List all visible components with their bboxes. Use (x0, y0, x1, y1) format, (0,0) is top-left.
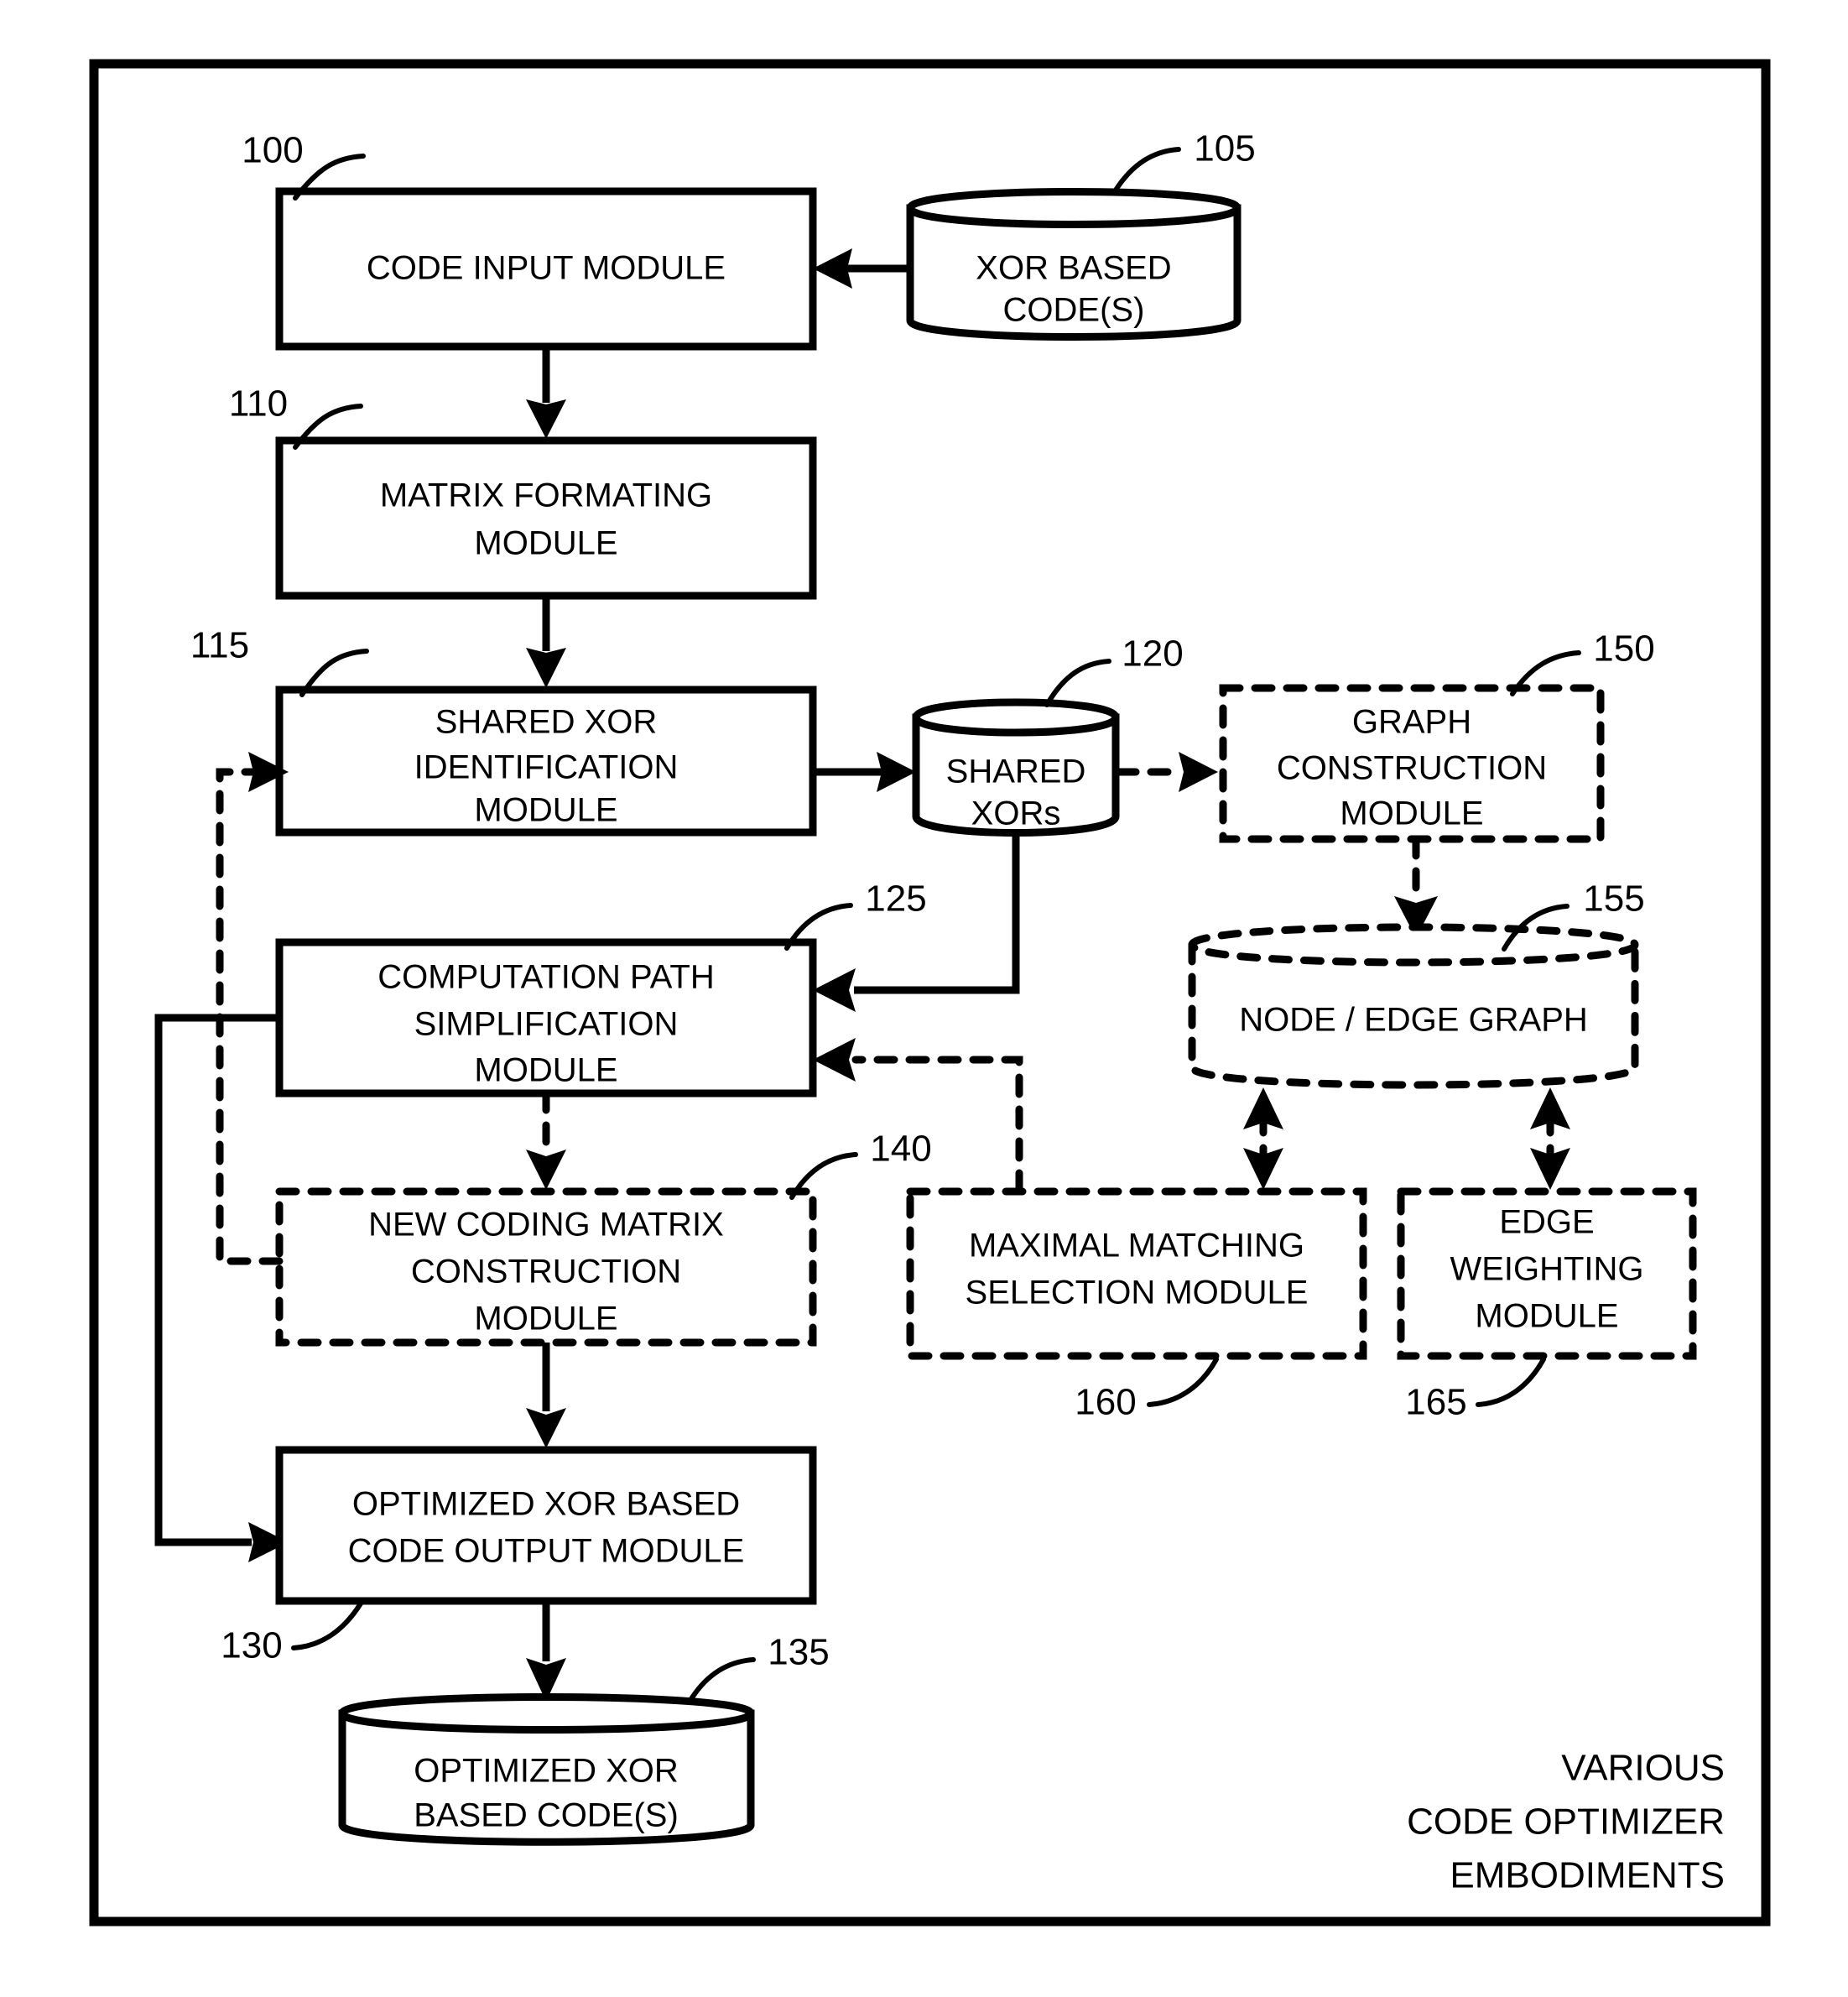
arrowhead-right (877, 752, 916, 792)
matrix-formating-label-line2: MODULE (474, 525, 617, 562)
shared-xors-top (912, 698, 1120, 737)
computation-path-label-line3: MODULE (474, 1052, 617, 1089)
matrix-formating-label-line1: MATRIX FORMATING (380, 477, 712, 514)
caption-line-3: EMBODIMENTS (1450, 1855, 1725, 1896)
arrowhead-down (526, 399, 566, 439)
edge-xor-codes-to-code-input (813, 248, 910, 289)
ref-label-120: 120 (1122, 634, 1183, 675)
node-edge-graph-top (1188, 923, 1639, 967)
arrowhead-left (813, 248, 852, 289)
ref-160-group: 160 (1075, 1357, 1219, 1423)
ref-125-group: 125 (784, 879, 927, 951)
ref-120-group: 120 (1044, 634, 1184, 707)
ref-label-165: 165 (1405, 1382, 1466, 1423)
edge-weighting-label-line2: WEIGHTING (1450, 1251, 1643, 1288)
edge-code-input-to-matrix-formating (526, 347, 566, 439)
arrowhead-left (813, 968, 856, 1012)
graph-construction-label-line2: CONSTRUCTION (1277, 750, 1547, 787)
ref-label-110: 110 (229, 383, 288, 425)
xor-based-codes-label-line2: CODE(S) (1003, 292, 1145, 329)
new-coding-matrix-label-line3: MODULE (474, 1301, 617, 1337)
ref-115-group: 115 (190, 625, 369, 697)
edge-matrix-formating-to-shared-xor (526, 596, 566, 688)
new-coding-matrix-label-line1: NEW CODING MATRIX (368, 1207, 724, 1244)
shared-xors-label-line1: SHARED (946, 753, 1086, 790)
arrowhead-right (1179, 752, 1218, 792)
node-maximal-matching-selection-module: MAXIMAL MATCHING SELECTION MODULE (906, 1187, 1367, 1360)
edge-graph-construction-to-node-edge-graph (1394, 835, 1438, 938)
shared-xor-ident-label-line3: MODULE (474, 792, 617, 829)
computation-path-label-line2: SIMPLIFICATION (414, 1006, 679, 1043)
edge-node-edge-graph-to-maximal-matching (1243, 1087, 1283, 1190)
edge-weighting-label-line1: EDGE (1499, 1204, 1594, 1241)
optimized-output-box (275, 1446, 817, 1605)
edge-computation-path-to-new-coding-matrix (526, 1089, 566, 1190)
edge-shared-xors-to-graph-construction (1115, 752, 1218, 792)
node-edge-graph-label: NODE / EDGE GRAPH (1239, 1002, 1588, 1039)
node-graph-construction-module: GRAPH CONSTRUCTION MODULE (1219, 684, 1605, 843)
ref-label-125: 125 (865, 879, 926, 920)
new-coding-matrix-label-line2: CONSTRUCTION (411, 1254, 681, 1290)
node-code-input-module: CODE INPUT MODULE (275, 187, 817, 351)
arrowhead-left (813, 1038, 856, 1082)
arrowhead-down (526, 1150, 566, 1190)
node-xor-based-codes-store: XOR BASED CODE(S) (906, 188, 1242, 341)
optimized-codes-label-line1: OPTIMIZED XOR (414, 1753, 679, 1790)
graph-construction-label-line3: MODULE (1340, 795, 1483, 832)
matrix-formating-module-box (275, 436, 817, 600)
shared-xor-ident-label-line1: SHARED XOR (435, 704, 658, 741)
figure-caption: VARIOUS CODE OPTIMIZER EMBODIMENTS (1407, 1748, 1725, 1896)
ref-150-group: 150 (1510, 628, 1655, 696)
shared-xors-label-line2: XORs (971, 795, 1061, 832)
edge-new-coding-matrix-to-optimized-output (526, 1343, 566, 1448)
edge-shared-xors-to-computation-path (813, 835, 1020, 1012)
arrowhead-down (526, 1408, 566, 1448)
node-optimized-codes-store: OPTIMIZED XOR BASED CODE(S) (338, 1693, 755, 1846)
ref-165-group: 165 (1405, 1357, 1546, 1423)
ref-135-group: 135 (687, 1632, 830, 1704)
ref-label-140: 140 (870, 1129, 931, 1170)
node-new-coding-matrix-construction-module: NEW CODING MATRIX CONSTRUCTION MODULE (275, 1187, 817, 1347)
edge-shared-xor-ident-to-shared-xors (813, 752, 916, 792)
caption-line-1: VARIOUS (1561, 1748, 1725, 1789)
edge-node-edge-graph-to-edge-weighting (1530, 1087, 1570, 1190)
arrowhead-down (526, 648, 566, 688)
optimized-output-label-line1: OPTIMIZED XOR BASED (352, 1486, 740, 1523)
ref-label-100: 100 (242, 130, 303, 171)
graph-construction-label-line1: GRAPH (1352, 704, 1471, 741)
node-node-edge-graph-store: NODE / EDGE GRAPH (1188, 923, 1639, 1089)
node-edge-weighting-module: EDGE WEIGHTING MODULE (1397, 1187, 1697, 1360)
maximal-matching-label-line2: SELECTION MODULE (966, 1275, 1309, 1311)
ref-label-115: 115 (190, 625, 249, 666)
node-shared-xor-identification-module: SHARED XOR IDENTIFICATION MODULE (275, 686, 817, 837)
edge-weighting-label-line3: MODULE (1475, 1298, 1618, 1335)
caption-line-2: CODE OPTIMIZER (1407, 1801, 1725, 1843)
node-shared-xors-store: SHARED XORs (912, 698, 1120, 837)
ref-130-group: 130 (221, 1601, 363, 1666)
ref-label-160: 160 (1075, 1382, 1136, 1423)
xor-based-codes-label-line1: XOR BASED (976, 250, 1171, 287)
node-matrix-formating-module: MATRIX FORMATING MODULE (275, 436, 817, 600)
ref-label-155: 155 (1583, 879, 1644, 920)
maximal-matching-label-line1: MAXIMAL MATCHING (969, 1228, 1304, 1264)
shared-xor-ident-label-line2: IDENTIFICATION (414, 749, 679, 786)
computation-path-label-line1: COMPUTATION PATH (377, 959, 714, 996)
optimized-output-label-line2: CODE OUTPUT MODULE (348, 1533, 745, 1570)
patent-figure: CODE INPUT MODULE 100 XOR BASED CODE(S) … (0, 0, 1848, 1997)
ref-label-150: 150 (1593, 628, 1654, 670)
code-input-module-label: CODE INPUT MODULE (367, 250, 726, 287)
node-optimized-output-module: OPTIMIZED XOR BASED CODE OUTPUT MODULE (275, 1446, 817, 1605)
ref-105-group: 105 (1112, 128, 1256, 194)
edge-computation-path-to-optimized-output (154, 1014, 289, 1562)
node-computation-path-simplification-module: COMPUTATION PATH SIMPLIFICATION MODULE (275, 938, 817, 1098)
optimized-codes-label-line2: BASED CODE(S) (414, 1797, 679, 1834)
edge-optimized-output-to-optimized-codes (526, 1601, 566, 1702)
ref-140-group: 140 (789, 1129, 932, 1200)
ref-label-135: 135 (768, 1632, 829, 1673)
xor-based-codes-top (906, 188, 1242, 228)
ref-label-105: 105 (1194, 128, 1255, 169)
ref-label-130: 130 (221, 1625, 282, 1666)
